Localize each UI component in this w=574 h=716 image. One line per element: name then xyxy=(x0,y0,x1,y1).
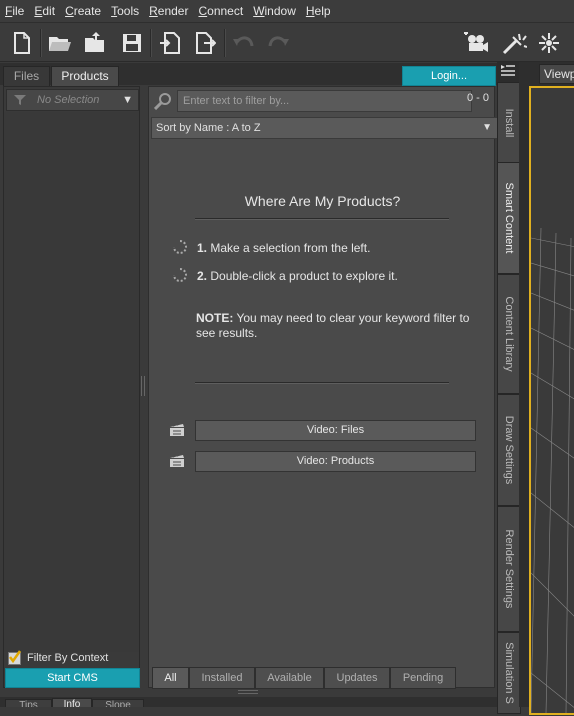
help-step-2: 2. Double-click a product to explore it. xyxy=(197,269,398,283)
tab-draw-settings-label: Draw Settings xyxy=(503,415,515,485)
filter-by-context-label: Filter By Context xyxy=(27,652,109,664)
tab-install[interactable]: Install xyxy=(497,82,521,164)
selection-placeholder: No Selection xyxy=(37,94,100,106)
category-list[interactable] xyxy=(4,112,139,652)
menu-tools[interactable]: Tools xyxy=(106,0,144,22)
tab-smart-content[interactable]: Smart Content xyxy=(497,162,521,274)
tab-files[interactable]: Files xyxy=(3,66,50,86)
search-input[interactable]: Enter text to filter by... xyxy=(177,90,472,112)
sort-dropdown[interactable]: Sort by Name : A to Z ▼ xyxy=(151,117,499,139)
merge-folder-icon[interactable] xyxy=(82,29,110,57)
help-step-2-text: Double-click a product to explore it. xyxy=(210,269,398,283)
loading-spinner-icon xyxy=(173,268,187,282)
export-icon[interactable] xyxy=(192,29,220,57)
tab-simulation-settings[interactable]: Simulation S xyxy=(497,632,521,714)
bottom-dock-tabs: Tips Info Slope xyxy=(0,697,497,707)
help-step-1-number: 1. xyxy=(197,241,208,255)
pointlight-icon[interactable] xyxy=(535,29,563,57)
start-cms-button[interactable]: Start CMS xyxy=(5,668,140,688)
viewport-pane: Viewp xyxy=(519,62,574,715)
tab-pending[interactable]: Pending xyxy=(390,667,456,689)
main-toolbar xyxy=(0,22,574,62)
panel-menu-icon[interactable] xyxy=(499,64,517,78)
spotlight-icon[interactable] xyxy=(500,29,528,57)
tab-install-label: Install xyxy=(503,108,515,138)
redo-icon[interactable] xyxy=(264,29,292,57)
selection-dropdown[interactable]: No Selection ▼ xyxy=(6,89,139,111)
clapperboard-icon xyxy=(170,454,184,467)
tab-slope[interactable]: Slope xyxy=(92,699,144,707)
tab-content-library-label: Content Library xyxy=(503,296,515,372)
save-icon[interactable] xyxy=(118,29,146,57)
viewport-grid xyxy=(530,227,574,714)
tab-draw-settings[interactable]: Draw Settings xyxy=(497,394,521,506)
filter-by-context-row: Filter By Context xyxy=(8,649,109,666)
check-icon xyxy=(9,649,22,663)
install-status-tabs: All Installed Available Updates Pending xyxy=(152,667,494,689)
help-note-label: NOTE: xyxy=(196,311,234,325)
menu-bar: File Edit Create Tools Render Connect Wi… xyxy=(0,0,574,22)
help-step-2-number: 2. xyxy=(197,269,208,283)
help-step-1: 1. Make a selection from the left. xyxy=(197,241,370,255)
sort-label: Sort by Name : A to Z xyxy=(156,122,261,134)
video-products-button[interactable]: Video: Products xyxy=(195,451,476,472)
filter-by-context-checkbox[interactable] xyxy=(8,649,22,665)
tab-updates[interactable]: Updates xyxy=(324,667,390,689)
pane-tab-row: Files Products Login... xyxy=(0,63,497,86)
menu-connect[interactable]: Connect xyxy=(193,0,248,22)
category-panel: No Selection ▼ Filter By Context Start C… xyxy=(3,86,140,688)
video-files-button[interactable]: Video: Files xyxy=(195,420,476,441)
search-icon xyxy=(154,93,171,110)
side-tab-strip: Install Smart Content Content Library Dr… xyxy=(497,62,521,714)
menu-create[interactable]: Create xyxy=(60,0,106,22)
new-file-icon[interactable] xyxy=(8,29,36,57)
viewport-canvas[interactable] xyxy=(529,86,574,715)
menu-render[interactable]: Render xyxy=(144,0,193,22)
tab-render-settings-label: Render Settings xyxy=(503,529,515,609)
loading-spinner-icon xyxy=(173,240,187,254)
tab-render-settings[interactable]: Render Settings xyxy=(497,506,521,632)
clapperboard-icon xyxy=(170,423,184,436)
splitter-handle[interactable] xyxy=(238,690,258,694)
camera-icon[interactable] xyxy=(462,29,490,57)
tab-viewport[interactable]: Viewp xyxy=(539,64,574,84)
tab-tips[interactable]: Tips xyxy=(5,699,52,707)
tab-all[interactable]: All xyxy=(152,667,189,689)
tab-products[interactable]: Products xyxy=(51,66,119,86)
products-panel: Enter text to filter by... 0 - 0 Sort by… xyxy=(148,86,499,689)
chevron-down-icon: ▼ xyxy=(122,94,133,106)
help-title: Where Are My Products? xyxy=(244,193,401,209)
menu-edit[interactable]: Edit xyxy=(29,0,60,22)
result-count: 0 - 0 xyxy=(467,92,490,104)
tab-simulation-settings-label: Simulation S xyxy=(503,642,515,704)
login-button[interactable]: Login... xyxy=(402,66,496,86)
menu-window[interactable]: Window xyxy=(248,0,301,22)
import-icon[interactable] xyxy=(156,29,184,57)
undo-icon[interactable] xyxy=(230,29,258,57)
chevron-down-icon: ▼ xyxy=(482,122,492,133)
help-note-text: You may need to clear your keyword filte… xyxy=(196,311,470,340)
splitter-handle[interactable] xyxy=(141,376,145,396)
tab-content-library[interactable]: Content Library xyxy=(497,274,521,394)
help-step-1-text: Make a selection from the left. xyxy=(210,241,371,255)
tab-smart-content-label: Smart Content xyxy=(503,182,515,254)
tab-available[interactable]: Available xyxy=(255,667,324,689)
help-note: NOTE: You may need to clear your keyword… xyxy=(196,311,476,341)
tab-info[interactable]: Info xyxy=(52,698,92,707)
tab-installed[interactable]: Installed xyxy=(189,667,255,689)
menu-help[interactable]: Help xyxy=(301,0,336,22)
filter-icon xyxy=(14,95,26,105)
open-folder-icon[interactable] xyxy=(46,29,74,57)
menu-file[interactable]: File xyxy=(0,0,29,22)
